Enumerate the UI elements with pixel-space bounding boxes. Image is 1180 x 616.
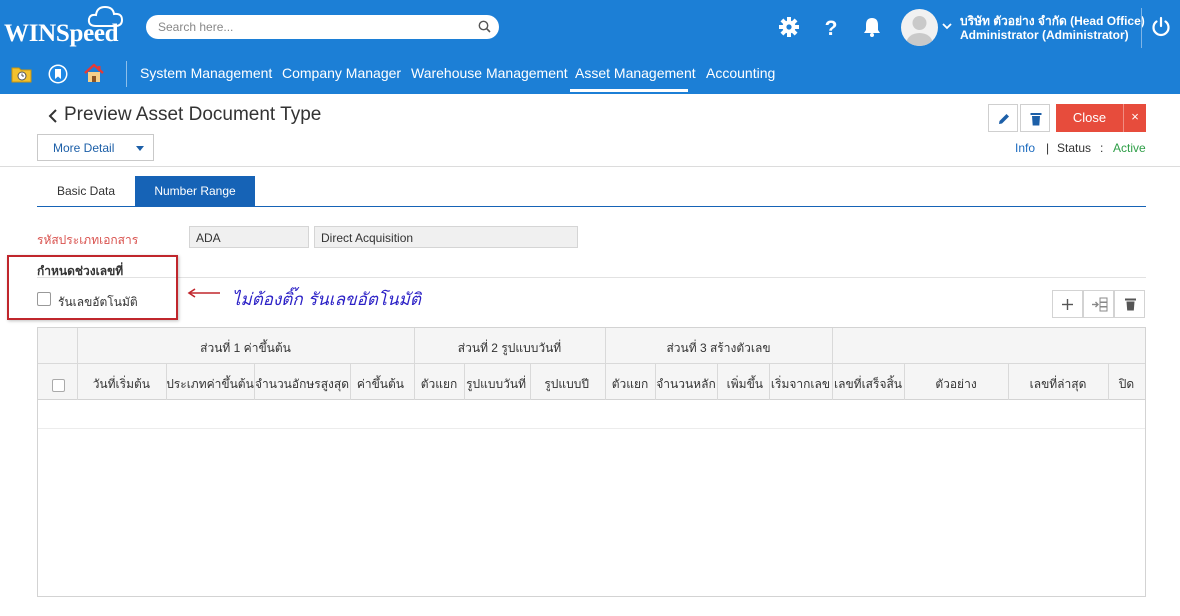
nav-system-management[interactable]: System Management [140, 65, 272, 81]
bookmark-icon[interactable] [47, 63, 69, 85]
annotation-highlight-box [7, 255, 178, 320]
col-header[interactable]: ปิด [1108, 375, 1145, 394]
more-detail-dropdown[interactable]: More Detail [37, 134, 154, 161]
trash-icon [1125, 298, 1136, 311]
doc-type-name-field: Direct Acquisition [314, 226, 578, 248]
annotation-arrow-icon [187, 288, 220, 298]
table-header: ส่วนที่ 1 ค่าขึ้นต้น ส่วนที่ 2 รูปแบบวัน… [38, 328, 1145, 400]
header-divider [1141, 8, 1142, 48]
doc-type-code-field: ADA [189, 226, 309, 248]
empty-row-line [38, 428, 1145, 429]
annotation-text: ไม่ต้องติ๊ก รันเลขอัตโนมัติ [232, 290, 421, 310]
col-header[interactable]: ตัวแยก [414, 375, 464, 394]
avatar[interactable] [901, 9, 938, 46]
group-header-prefix: ส่วนที่ 1 ค่าขึ้นต้น [200, 341, 291, 355]
col-header[interactable]: จำนวนอักษรสูงสุด [254, 375, 350, 394]
folder-clock-icon[interactable] [11, 64, 33, 84]
col-header[interactable]: จำนวนหลัก [655, 375, 717, 394]
add-row-button[interactable] [1052, 290, 1083, 318]
plus-icon [1062, 299, 1073, 310]
info-link[interactable]: Info [1015, 141, 1035, 155]
tab-underline [37, 206, 1146, 207]
search-icon[interactable] [478, 20, 491, 33]
bell-icon[interactable] [859, 14, 885, 40]
nav-accounting[interactable]: Accounting [706, 65, 775, 81]
doc-type-label: รหัสประเภทเอกสาร [37, 233, 139, 247]
user-silhouette-icon [906, 16, 933, 46]
search-input[interactable] [158, 18, 458, 36]
col-header[interactable]: เริ่มจากเลข [769, 375, 832, 394]
tab-number-range[interactable]: Number Range [135, 176, 255, 207]
nav-divider [126, 61, 127, 87]
col-header[interactable]: ประเภทค่าขึ้นต้น [166, 375, 254, 394]
col-header[interactable]: รูปแบบวันที่ [464, 375, 530, 394]
user-name: Administrator (Administrator) [960, 28, 1129, 42]
close-button[interactable]: Close [1056, 104, 1123, 132]
more-detail-label: More Detail [53, 141, 115, 155]
group-header-number: ส่วนที่ 3 สร้างตัวเลข [666, 341, 771, 355]
nav-asset-management[interactable]: Asset Management [575, 65, 696, 81]
svg-text:?: ? [825, 17, 838, 40]
number-range-table: ส่วนที่ 1 ค่าขึ้นต้น ส่วนที่ 2 รูปแบบวัน… [37, 327, 1146, 597]
home-icon[interactable] [83, 62, 105, 84]
app-logo[interactable]: WINSpeed [4, 5, 128, 50]
logo-text: WINSpeed [4, 20, 119, 47]
nav-warehouse-management[interactable]: Warehouse Management [411, 65, 568, 81]
nav-company-manager[interactable]: Company Manager [282, 65, 401, 81]
section-divider [37, 277, 1146, 278]
info-separator: | [1046, 141, 1050, 155]
main-nav: System Management Company Manager Wareho… [0, 54, 1180, 94]
status-value: Active [1113, 141, 1146, 155]
edit-button[interactable] [988, 104, 1018, 132]
col-header[interactable]: ตัวอย่าง [904, 375, 1008, 394]
title-divider [0, 166, 1180, 167]
header-row-divider [38, 363, 1145, 364]
top-header: WINSpeed ? บริษัท ตัวอย่าง จำกัด ( [0, 0, 1180, 54]
gear-icon[interactable] [776, 14, 802, 40]
power-icon[interactable] [1150, 16, 1172, 38]
tab-basic-data[interactable]: Basic Data [37, 176, 135, 207]
status-colon: : [1100, 141, 1104, 155]
select-all-checkbox[interactable] [52, 379, 65, 392]
group-header-date-format: ส่วนที่ 2 รูปแบบวันที่ [457, 341, 562, 355]
status-label: Status [1057, 141, 1092, 155]
close-x-button[interactable]: × [1123, 104, 1146, 132]
nav-active-indicator [570, 89, 688, 92]
col-header[interactable]: เลขที่เสร็จสิ้น [832, 375, 904, 394]
col-header[interactable]: รูปแบบปี [530, 375, 605, 394]
search-box[interactable] [146, 15, 499, 39]
col-header[interactable]: ค่าขึ้นต้น [350, 375, 414, 394]
col-header[interactable]: เลขที่ล่าสุด [1008, 375, 1108, 394]
delete-button[interactable] [1020, 104, 1050, 132]
caret-down-icon [136, 146, 144, 151]
insert-row-icon [1092, 297, 1108, 312]
help-icon[interactable]: ? [818, 14, 844, 40]
insert-row-button[interactable] [1083, 290, 1114, 318]
back-arrow-icon[interactable] [48, 108, 58, 124]
page-title: Preview Asset Document Type [64, 104, 322, 125]
trash-icon [1030, 113, 1042, 126]
delete-row-button[interactable] [1114, 290, 1145, 318]
col-header[interactable]: ตัวแยก [605, 375, 655, 394]
chevron-down-icon[interactable] [942, 22, 952, 30]
col-header[interactable]: วันที่เริ่มต้น [77, 375, 166, 394]
col-header[interactable]: เพิ่มขึ้น [717, 375, 769, 394]
pencil-icon [999, 114, 1009, 124]
